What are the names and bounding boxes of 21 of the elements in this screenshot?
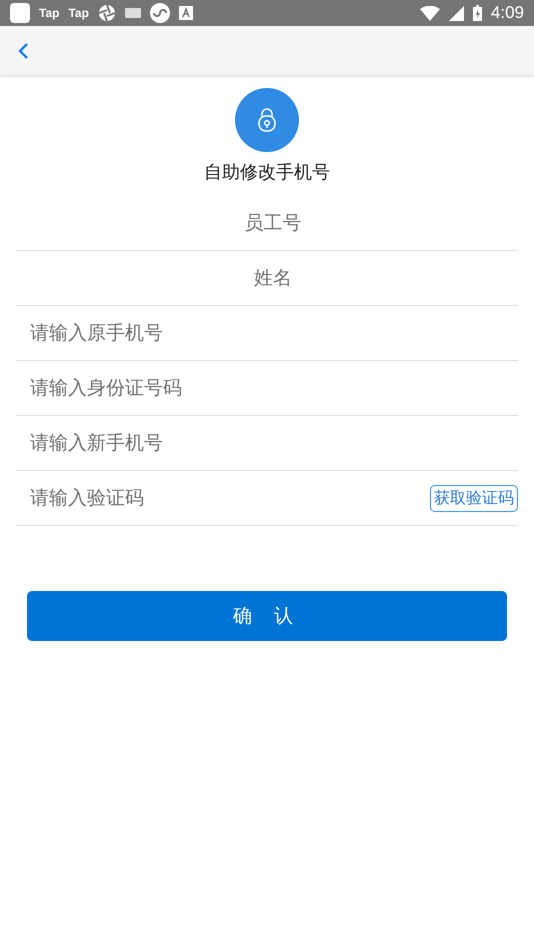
get-code-button[interactable]: 获取验证码: [430, 484, 518, 512]
lock-icon: [258, 107, 276, 133]
input-field[interactable]: 请输入验证码: [28, 486, 430, 510]
wifi-icon: [420, 6, 440, 20]
page-title: 自助修改手机号: [204, 161, 330, 184]
battery-icon: [472, 5, 482, 21]
aperture-icon: [98, 4, 116, 22]
input-field[interactable]: 请输入身份证号码: [28, 376, 518, 400]
confirm-button[interactable]: 确 认: [27, 591, 507, 641]
input-field[interactable]: 员工号: [28, 211, 518, 235]
notification-text: Tap: [39, 6, 60, 20]
input-field[interactable]: 姓名: [28, 266, 518, 290]
clock: 4:09: [490, 3, 524, 23]
input-field[interactable]: 请输入原手机号: [28, 321, 518, 345]
keyboard-icon: [124, 8, 141, 18]
document-icon: [178, 6, 193, 20]
signal-icon: [448, 6, 464, 20]
app-icon: [10, 3, 30, 23]
notification-text: Tap: [68, 6, 89, 20]
input-field[interactable]: 请输入新手机号: [28, 431, 518, 455]
back-icon[interactable]: [17, 42, 29, 60]
